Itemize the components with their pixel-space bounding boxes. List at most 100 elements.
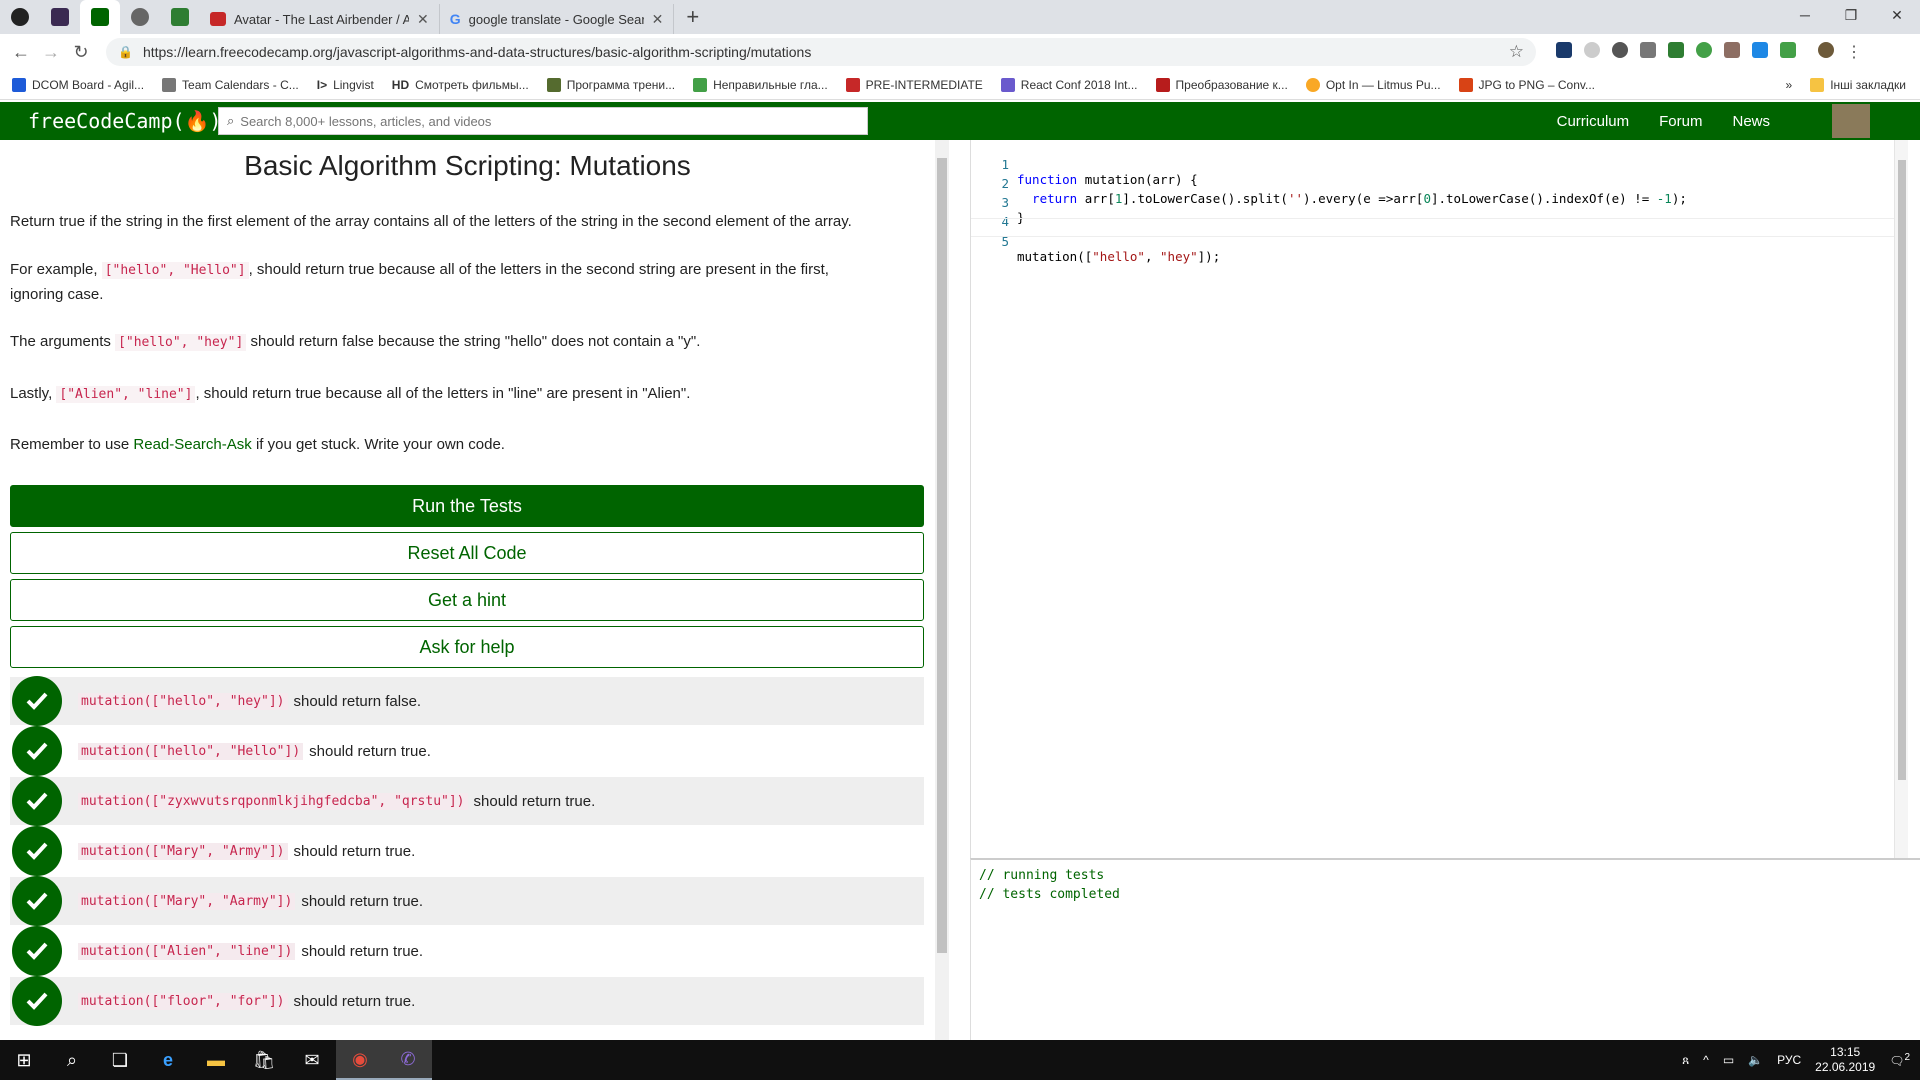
extension-icon[interactable] <box>1696 42 1712 58</box>
language-indicator[interactable]: РУС <box>1777 1053 1801 1067</box>
description-p5: Remember to use Read-Search-Ask if you g… <box>10 436 505 453</box>
window-controls: ─ ❐ ✕ <box>1782 0 1920 30</box>
bookmark-item[interactable]: Неправильные гла... <box>693 77 828 92</box>
pinned-tab-js[interactable] <box>40 0 80 34</box>
forward-icon[interactable]: → <box>36 42 66 63</box>
url-text[interactable]: https://learn.freecodecamp.org/javascrip… <box>143 44 1509 60</box>
close-icon[interactable]: ✕ <box>652 11 664 28</box>
nav-curriculum[interactable]: Curriculum <box>1557 113 1630 130</box>
code-line: 1 function mutation(arr) { <box>971 142 1197 187</box>
extension-icon[interactable] <box>1668 42 1684 58</box>
bookmark-item[interactable]: Программа трени... <box>546 77 675 92</box>
chrome-icon[interactable]: ◉ <box>336 1040 384 1080</box>
bookmark-icon <box>1458 77 1473 92</box>
windows-start-icon[interactable]: ⊞ <box>0 1040 48 1080</box>
clock[interactable]: 13:15 22.06.2019 <box>1815 1045 1875 1075</box>
run-tests-button[interactable]: Run the Tests <box>10 485 924 527</box>
reload-icon[interactable]: ↻ <box>66 42 96 63</box>
bookmark-item[interactable]: Team Calendars - C... <box>162 77 299 92</box>
extension-icon[interactable] <box>1752 42 1768 58</box>
code-editor[interactable]: 1 function mutation(arr) { 2 return arr[… <box>970 140 1908 858</box>
new-tab-button[interactable]: + <box>674 0 711 34</box>
code-line: 2 return arr[1].toLowerCase().split('').… <box>971 161 1686 206</box>
test-text: should return true. <box>293 992 416 1010</box>
edge-icon[interactable]: e <box>144 1040 192 1080</box>
extension-icon[interactable] <box>1584 42 1600 58</box>
search-input[interactable] <box>240 113 841 129</box>
description-p4: Lastly, ["Alien", "line"], should return… <box>10 385 691 403</box>
pinned-tab-green[interactable] <box>160 0 200 34</box>
bookmark-icon <box>1155 77 1170 92</box>
extension-icon[interactable] <box>1724 42 1740 58</box>
bookmark-item[interactable]: Opt In — Litmus Pu... <box>1305 77 1441 92</box>
reset-code-button[interactable]: Reset All Code <box>10 532 924 574</box>
js-icon <box>51 8 69 26</box>
test-text: should return true. <box>473 792 596 810</box>
search-icon[interactable]: ⌕ <box>48 1040 96 1080</box>
output-line: // running tests <box>979 868 1105 883</box>
test-text: should return true. <box>301 942 424 960</box>
file-explorer-icon[interactable]: ▬ <box>192 1040 240 1080</box>
pinned-tab-github[interactable] <box>0 0 40 34</box>
search-icon: ⌕ <box>227 113 235 128</box>
scrollbar-thumb[interactable] <box>937 158 947 953</box>
get-hint-button[interactable]: Get a hint <box>10 579 924 621</box>
fcc-logo[interactable]: freeCodeCamp(🔥) <box>28 109 221 133</box>
extension-icon[interactable] <box>1556 42 1572 58</box>
code-line: 4 <box>971 199 1009 229</box>
task-view-icon[interactable]: ❏ <box>96 1040 144 1080</box>
test-row: mutation(["Mary", "Aarmy"]) should return… <box>10 876 924 926</box>
test-code: mutation(["zyxwvutsrqponmlkjihgfedcba", … <box>78 792 468 810</box>
tab-google[interactable]: G google translate - Google Search ✕ <box>440 4 675 34</box>
bookmark-item[interactable]: I> Lingvist <box>317 78 374 92</box>
chevron-up-icon[interactable]: ^ <box>1703 1053 1709 1067</box>
viber-icon[interactable]: ✆ <box>384 1040 432 1080</box>
notification-icon[interactable]: 🗨2 <box>1889 1052 1910 1068</box>
calendar-icon <box>162 77 177 92</box>
bookmark-item[interactable]: JPG to PNG – Conv... <box>1458 77 1595 92</box>
test-row: mutation(["zyxwvutsrqponmlkjihgfedcba", … <box>10 776 924 826</box>
bookmark-star-icon[interactable]: ☆ <box>1509 42 1524 62</box>
user-avatar[interactable] <box>1832 104 1870 138</box>
person-icon[interactable]: ጸ <box>1682 1053 1689 1068</box>
minimize-icon[interactable]: ─ <box>1782 0 1828 30</box>
more-bookmarks-icon[interactable]: » <box>1786 78 1793 92</box>
back-icon[interactable]: ← <box>6 42 36 63</box>
check-icon <box>12 676 62 726</box>
nav-forum[interactable]: Forum <box>1659 113 1702 130</box>
ask-help-button[interactable]: Ask for help <box>10 626 924 668</box>
lock-icon: 🔒 <box>118 45 133 59</box>
scrollbar-thumb[interactable] <box>1898 160 1906 780</box>
read-search-ask-link[interactable]: Read-Search-Ask <box>133 436 251 453</box>
bookmark-item[interactable]: React Conf 2018 Int... <box>1000 77 1138 92</box>
nav-news[interactable]: News <box>1732 113 1770 130</box>
menu-dots-icon[interactable]: ⋮ <box>1846 42 1862 62</box>
bookmark-icon <box>546 77 561 92</box>
omnibox[interactable]: 🔒 https://learn.freecodecamp.org/javascr… <box>106 38 1536 66</box>
left-scrollbar[interactable] <box>935 140 949 1040</box>
volume-icon[interactable]: 🔈 <box>1748 1053 1763 1067</box>
store-icon[interactable]: 🛍 <box>240 1040 288 1080</box>
other-bookmarks[interactable]: Інші закладки <box>1810 77 1906 92</box>
bookmark-item[interactable]: HD Смотреть фильмы... <box>392 78 529 92</box>
bookmark-item[interactable]: PRE-INTERMEDIATE <box>845 77 983 92</box>
close-icon[interactable]: ✕ <box>417 11 429 28</box>
bookmark-item[interactable]: Преобразование к... <box>1155 77 1288 92</box>
pinned-tab-circle[interactable] <box>120 0 160 34</box>
mail-icon[interactable]: ✉ <box>288 1040 336 1080</box>
test-text: should return false. <box>293 692 422 710</box>
tab-avatar[interactable]: Avatar - The Last Airbender / Aa ✕ <box>200 4 440 34</box>
maximize-icon[interactable]: ❐ <box>1828 0 1874 30</box>
editor-scrollbar[interactable] <box>1894 140 1908 858</box>
extension-icon[interactable] <box>1780 42 1796 58</box>
inline-code: ["Alien", "line"] <box>56 386 196 403</box>
pinned-tab-fcc[interactable] <box>80 0 120 34</box>
bookmark-icon <box>693 77 708 92</box>
search-box[interactable]: ⌕ <box>218 107 868 135</box>
extension-icon[interactable] <box>1612 42 1628 58</box>
bookmark-item[interactable]: DCOM Board - Agil... <box>12 77 144 92</box>
network-icon[interactable]: ▭ <box>1723 1053 1734 1067</box>
profile-avatar[interactable] <box>1818 42 1834 58</box>
close-window-icon[interactable]: ✕ <box>1874 0 1920 30</box>
extension-icon[interactable] <box>1640 42 1656 58</box>
